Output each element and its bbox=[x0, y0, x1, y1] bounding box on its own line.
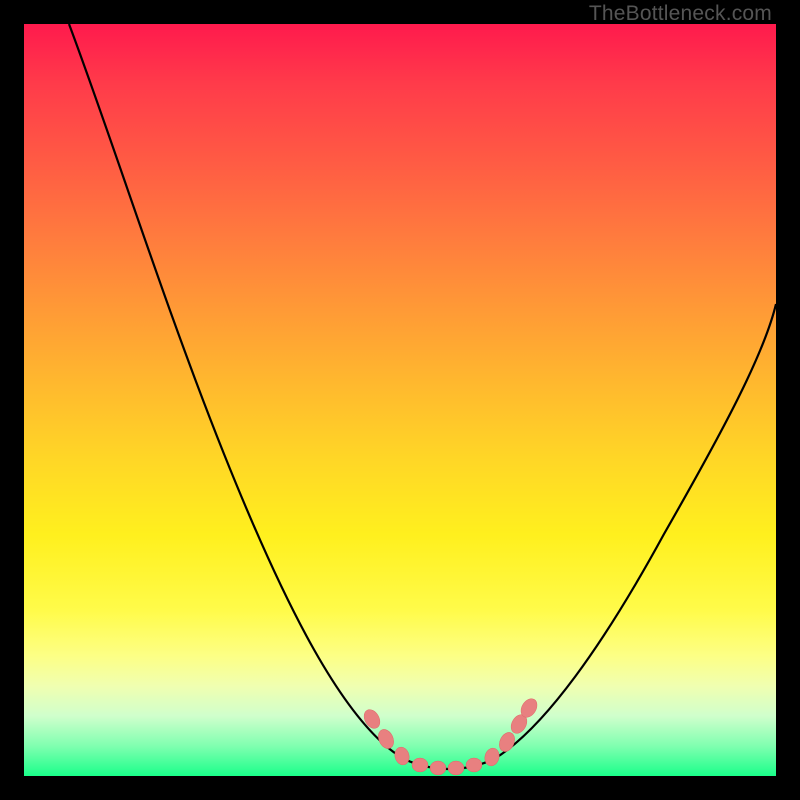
watermark-text: TheBottleneck.com bbox=[589, 2, 772, 26]
bottleneck-curve bbox=[69, 24, 776, 769]
emphasis-markers bbox=[361, 696, 540, 775]
chart-svg bbox=[24, 24, 776, 776]
chart-frame: TheBottleneck.com bbox=[0, 0, 800, 800]
